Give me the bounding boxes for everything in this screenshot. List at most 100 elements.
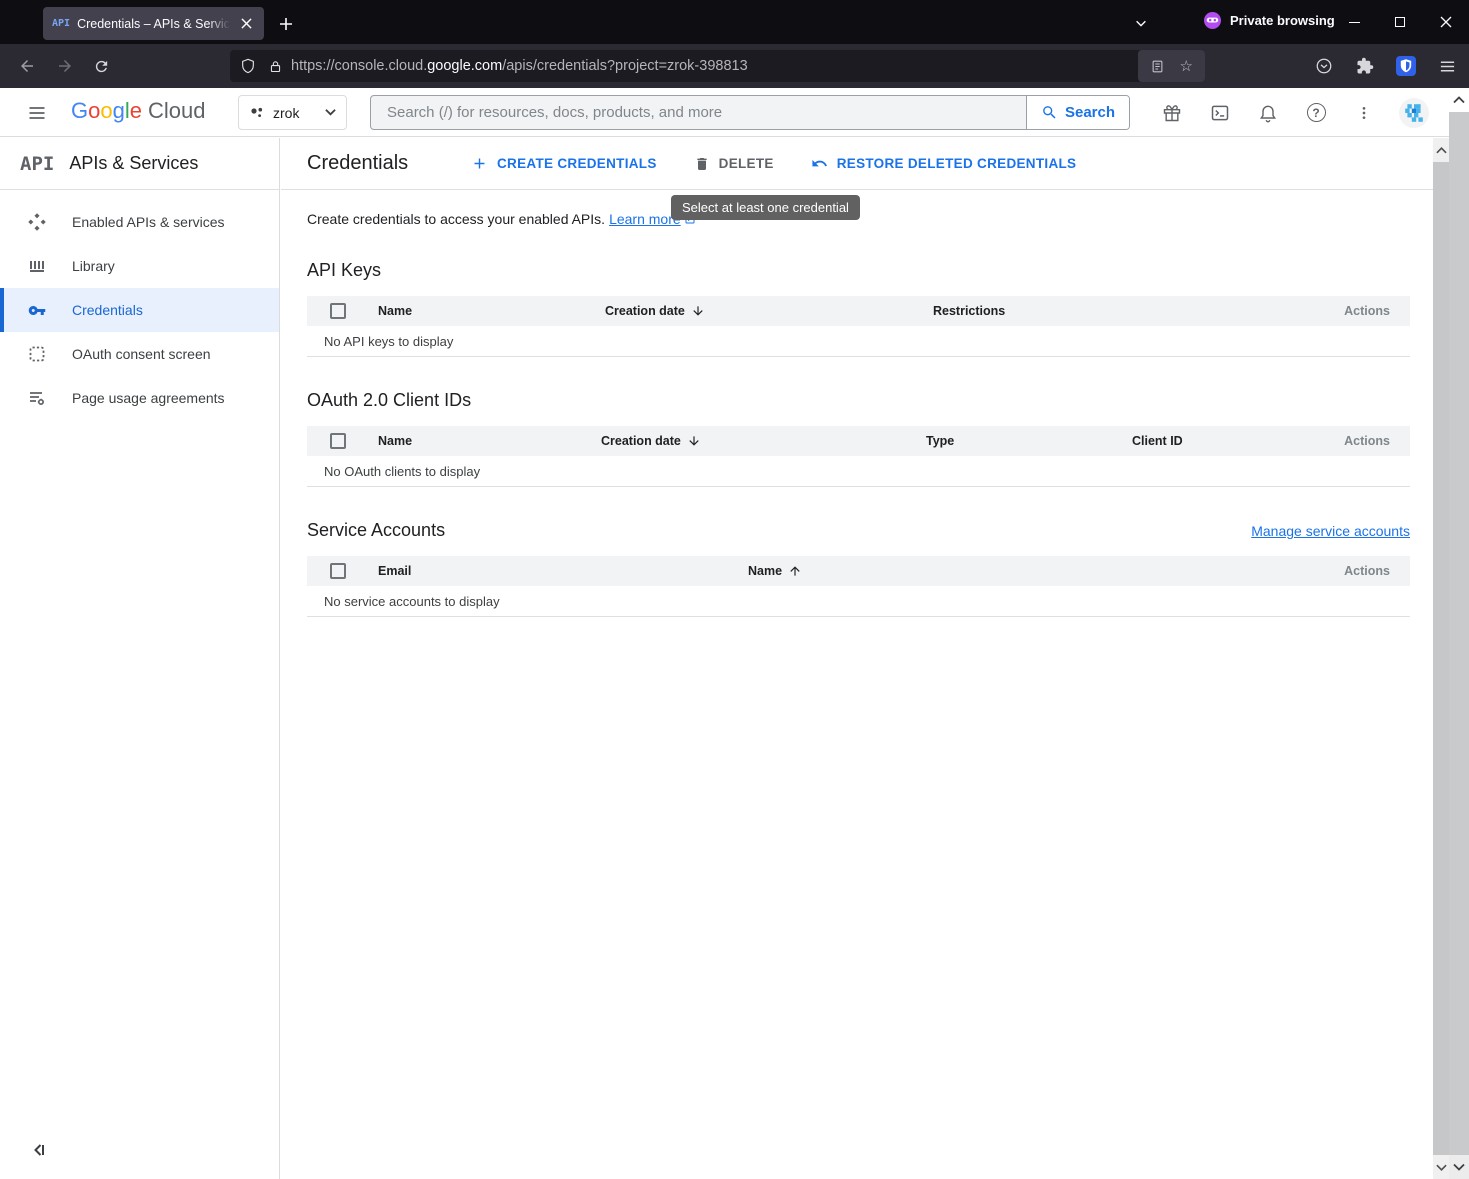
bitwarden-shield-icon[interactable]	[1393, 53, 1419, 79]
gcp-header-actions: ?	[1159, 95, 1429, 130]
window-controls	[1331, 0, 1469, 44]
learn-more-label: Learn more	[609, 211, 681, 227]
column-creation-date[interactable]: Creation date	[601, 434, 926, 448]
tooltip: Select at least one credential	[671, 195, 860, 220]
create-credentials-button[interactable]: CREATE CREDENTIALS	[471, 155, 657, 172]
scroll-up-icon[interactable]	[1449, 88, 1469, 112]
forward-icon[interactable]	[50, 51, 80, 81]
oauth-consent-icon	[28, 345, 46, 363]
cloud-shell-terminal-icon[interactable]	[1207, 100, 1233, 126]
sidebar-item-page-usage[interactable]: Page usage agreements	[0, 376, 279, 420]
restore-label: RESTORE DELETED CREDENTIALS	[837, 156, 1077, 171]
sidebar-item-label: Enabled APIs & services	[72, 214, 225, 230]
gcp-header: Google Cloud zrok Search ?	[0, 88, 1469, 137]
restore-deleted-credentials-button[interactable]: RESTORE DELETED CREDENTIALS	[811, 155, 1077, 172]
lock-icon[interactable]	[268, 59, 283, 74]
column-actions: Actions	[1330, 564, 1410, 578]
key-icon	[28, 301, 46, 319]
service-accounts-heading: Service Accounts	[307, 520, 445, 541]
extensions-puzzle-icon[interactable]	[1352, 53, 1378, 79]
column-name[interactable]: Name	[748, 564, 1330, 578]
tracking-protection-shield-icon[interactable]	[240, 58, 256, 74]
window-minimize-button[interactable]	[1331, 0, 1377, 44]
content-header: Credentials CREATE CREDENTIALS DELETE RE…	[281, 138, 1433, 190]
column-creation-date[interactable]: Creation date	[605, 304, 933, 318]
scroll-up-icon[interactable]	[1433, 138, 1449, 162]
bookmark-star-icon[interactable]: ☆	[1180, 59, 1193, 74]
gcp-nav-menu-icon[interactable]	[24, 100, 50, 126]
window-scrollbar[interactable]	[1449, 88, 1469, 1179]
scroll-down-icon[interactable]	[1433, 1155, 1449, 1179]
sidebar-item-label: Credentials	[72, 302, 143, 318]
url-domain: google.com	[427, 58, 502, 74]
plus-icon	[471, 155, 488, 172]
sidebar-item-oauth-consent[interactable]: OAuth consent screen	[0, 332, 279, 376]
page-usage-icon	[28, 389, 46, 407]
sidebar-nav: Enabled APIs & services Library Credenti…	[0, 190, 279, 420]
project-icon	[249, 105, 265, 121]
delete-label: DELETE	[719, 156, 774, 171]
collapse-sidebar-icon[interactable]	[28, 1139, 50, 1161]
create-credentials-label: CREATE CREDENTIALS	[497, 156, 657, 171]
select-all-checkbox[interactable]	[330, 433, 346, 449]
tab-close-icon[interactable]	[237, 15, 255, 33]
search-button[interactable]: Search	[1026, 96, 1129, 129]
help-icon[interactable]: ?	[1303, 100, 1329, 126]
back-icon[interactable]	[12, 51, 42, 81]
library-icon	[28, 257, 46, 275]
column-type[interactable]: Type	[926, 434, 1132, 448]
menu-hamburger-icon[interactable]	[1434, 53, 1460, 79]
select-all-checkbox[interactable]	[330, 563, 346, 579]
url-page-actions: ☆	[1138, 50, 1205, 82]
window-close-button[interactable]	[1423, 0, 1469, 44]
url-bar[interactable]: https://console.cloud.google.com/apis/cr…	[230, 50, 1205, 82]
select-all-checkbox[interactable]	[330, 303, 346, 319]
search-icon	[1041, 104, 1058, 121]
chevron-down-icon	[325, 107, 336, 118]
reader-view-icon[interactable]	[1150, 59, 1165, 74]
sort-descending-icon	[687, 434, 701, 448]
window-maximize-button[interactable]	[1377, 0, 1423, 44]
private-browsing-badge: Private browsing	[1204, 12, 1335, 29]
sort-descending-icon	[691, 304, 705, 318]
private-mask-icon	[1204, 12, 1221, 29]
sidebar: API APIs & Services Enabled APIs & servi…	[0, 138, 280, 1179]
column-email[interactable]: Email	[378, 564, 748, 578]
scrollbar-track[interactable]	[1449, 112, 1469, 1155]
more-options-kebab-icon[interactable]	[1351, 100, 1377, 126]
new-tab-button[interactable]	[273, 11, 299, 37]
page-scrollbar[interactable]	[1433, 138, 1449, 1179]
column-client-id[interactable]: Client ID	[1132, 434, 1330, 448]
browser-tab[interactable]: API Credentials – APIs & Services – z	[43, 7, 264, 40]
tab-title: Credentials – APIs & Services – z	[77, 17, 230, 31]
browser-tab-bar: API Credentials – APIs & Services – z Pr…	[0, 0, 1469, 44]
sidebar-item-library[interactable]: Library	[0, 244, 279, 288]
column-name[interactable]: Name	[378, 304, 605, 318]
tab-favicon-api: API	[52, 18, 70, 29]
api-keys-table: Name Creation date Restrictions Actions …	[307, 296, 1410, 357]
scroll-down-icon[interactable]	[1449, 1155, 1469, 1179]
reload-icon[interactable]	[86, 51, 116, 81]
gift-icon[interactable]	[1159, 100, 1185, 126]
google-logo-text: Google	[71, 98, 142, 124]
sidebar-item-credentials[interactable]: Credentials	[0, 288, 279, 332]
google-cloud-logo[interactable]: Google Cloud	[71, 98, 206, 124]
gcp-search-bar: Search	[370, 95, 1130, 130]
column-restrictions[interactable]: Restrictions	[933, 304, 1330, 318]
list-all-tabs-icon[interactable]	[1128, 10, 1154, 36]
sidebar-item-enabled-apis[interactable]: Enabled APIs & services	[0, 200, 279, 244]
account-avatar[interactable]	[1399, 98, 1429, 128]
delete-button[interactable]: DELETE	[694, 156, 774, 172]
sort-ascending-icon	[788, 564, 802, 578]
pocket-icon[interactable]	[1311, 53, 1337, 79]
search-input[interactable]	[371, 96, 1026, 129]
api-keys-heading: API Keys	[307, 260, 1433, 281]
notifications-bell-icon[interactable]	[1255, 100, 1281, 126]
column-creation-date-label: Creation date	[605, 304, 685, 318]
project-selector[interactable]: zrok	[238, 95, 347, 130]
intro-text: Create credentials to access your enable…	[307, 211, 1433, 227]
page-title: Credentials	[307, 152, 471, 175]
manage-service-accounts-link[interactable]: Manage service accounts	[1251, 523, 1410, 539]
column-name[interactable]: Name	[378, 434, 601, 448]
scrollbar-track[interactable]	[1433, 162, 1449, 1155]
